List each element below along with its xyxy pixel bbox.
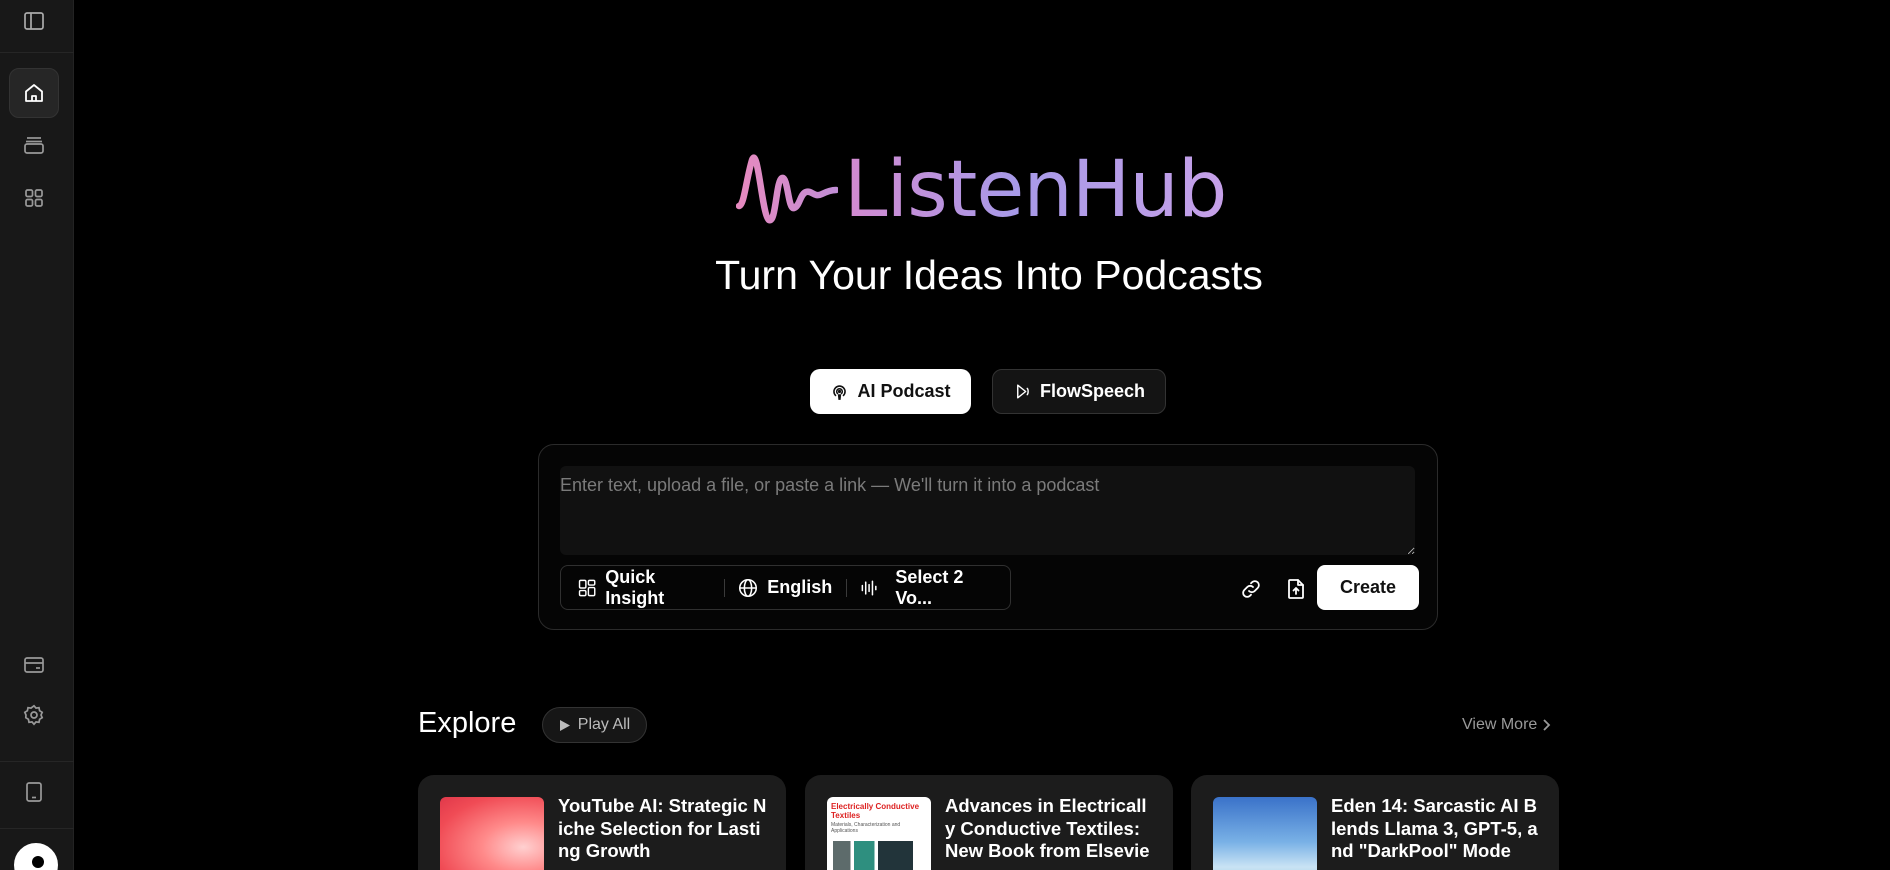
sidebar-item-library[interactable] xyxy=(9,120,59,170)
create-button[interactable]: Create xyxy=(1317,565,1419,610)
waveform-logo-icon xyxy=(736,154,838,224)
podcast-card[interactable]: Eden 14: Sarcastic AI Blends Llama 3, GP… xyxy=(1191,775,1559,870)
play-icon xyxy=(559,719,570,731)
sidebar-item-home[interactable] xyxy=(9,68,59,118)
view-more-link[interactable]: View More xyxy=(1462,716,1551,734)
mode-selector-label: Quick Insight xyxy=(605,566,665,608)
avatar[interactable] xyxy=(14,843,58,870)
ai-podcast-label: AI Podcast xyxy=(857,381,951,401)
user-icon xyxy=(16,845,56,870)
card-title: YouTube AI: Strategic Niche Selection fo… xyxy=(558,795,767,861)
card-title: Advances in Electrically Conductive Text… xyxy=(945,795,1150,870)
logo-text: ListenHub xyxy=(844,145,1227,235)
stack-icon xyxy=(24,137,44,154)
book-cover-subtitle: Materials, Characterization and Applicat… xyxy=(831,822,901,834)
file-upload-icon[interactable] xyxy=(1284,577,1308,601)
voice-selector[interactable]: Select 2 Vo... xyxy=(847,566,1010,609)
globe-icon xyxy=(739,578,758,597)
voice-selector-label: Select 2 Vo... xyxy=(895,566,964,608)
layout-grid-icon xyxy=(578,579,596,596)
book-cover-image xyxy=(833,841,913,870)
options-bar: Quick Insight English Select 2 Vo... xyxy=(560,565,1011,610)
flowspeech-label: FlowSpeech xyxy=(1039,381,1146,401)
audio-wave-icon xyxy=(861,580,877,595)
language-selector[interactable]: English xyxy=(725,566,846,609)
sidebar-toggle-icon xyxy=(24,12,44,30)
sidebar-item-mobile[interactable] xyxy=(9,767,59,817)
podcast-card[interactable]: Electrically Conductive Textiles Materia… xyxy=(805,775,1173,870)
sidebar-item-apps[interactable] xyxy=(9,173,59,223)
home-icon xyxy=(25,84,43,102)
listenhub-logo: ListenHub xyxy=(736,150,1241,230)
book-cover-title: Electrically Conductive Textiles xyxy=(831,802,920,820)
chevron-right-icon xyxy=(1543,719,1551,731)
play-all-button[interactable]: Play All xyxy=(542,707,647,743)
view-more-label: View More xyxy=(1462,716,1538,733)
sidebar-divider xyxy=(0,828,74,829)
grid-icon xyxy=(25,189,43,207)
podcast-composer: Quick Insight English Select 2 Vo... Cre… xyxy=(538,444,1438,630)
podcast-card[interactable]: YouTube AI: Strategic Niche Selection fo… xyxy=(418,775,786,870)
book-cover-thumbnail: Electrically Conductive Textiles Materia… xyxy=(827,797,931,870)
sidebar-divider xyxy=(0,52,74,53)
page-title: Turn Your Ideas Into Podcasts xyxy=(715,252,1263,298)
card-title: Eden 14: Sarcastic AI Blends Llama 3, GP… xyxy=(1331,795,1538,861)
flowspeech-icon xyxy=(1017,384,1029,399)
explore-heading: Explore xyxy=(418,707,517,739)
sidebar-item-settings[interactable] xyxy=(9,690,59,740)
link-icon[interactable] xyxy=(1239,577,1263,601)
language-selector-label: English xyxy=(767,577,833,597)
sidebar-item-billing[interactable] xyxy=(9,640,59,690)
card-thumbnail xyxy=(1213,797,1317,870)
gear-icon xyxy=(23,704,44,726)
tablet-icon xyxy=(26,782,42,802)
sidebar-divider xyxy=(0,761,74,762)
sidebar-toggle-button[interactable] xyxy=(9,0,59,46)
mode-selector[interactable]: Quick Insight xyxy=(561,566,724,609)
card-thumbnail xyxy=(440,797,544,870)
content-input[interactable] xyxy=(560,466,1415,555)
ai-podcast-tab[interactable]: AI Podcast xyxy=(810,369,971,414)
flowspeech-tab[interactable]: FlowSpeech xyxy=(992,369,1166,414)
wallet-icon xyxy=(24,657,44,673)
podcast-icon xyxy=(833,385,847,400)
play-all-label: Play All xyxy=(577,716,631,733)
sidebar xyxy=(0,0,74,870)
